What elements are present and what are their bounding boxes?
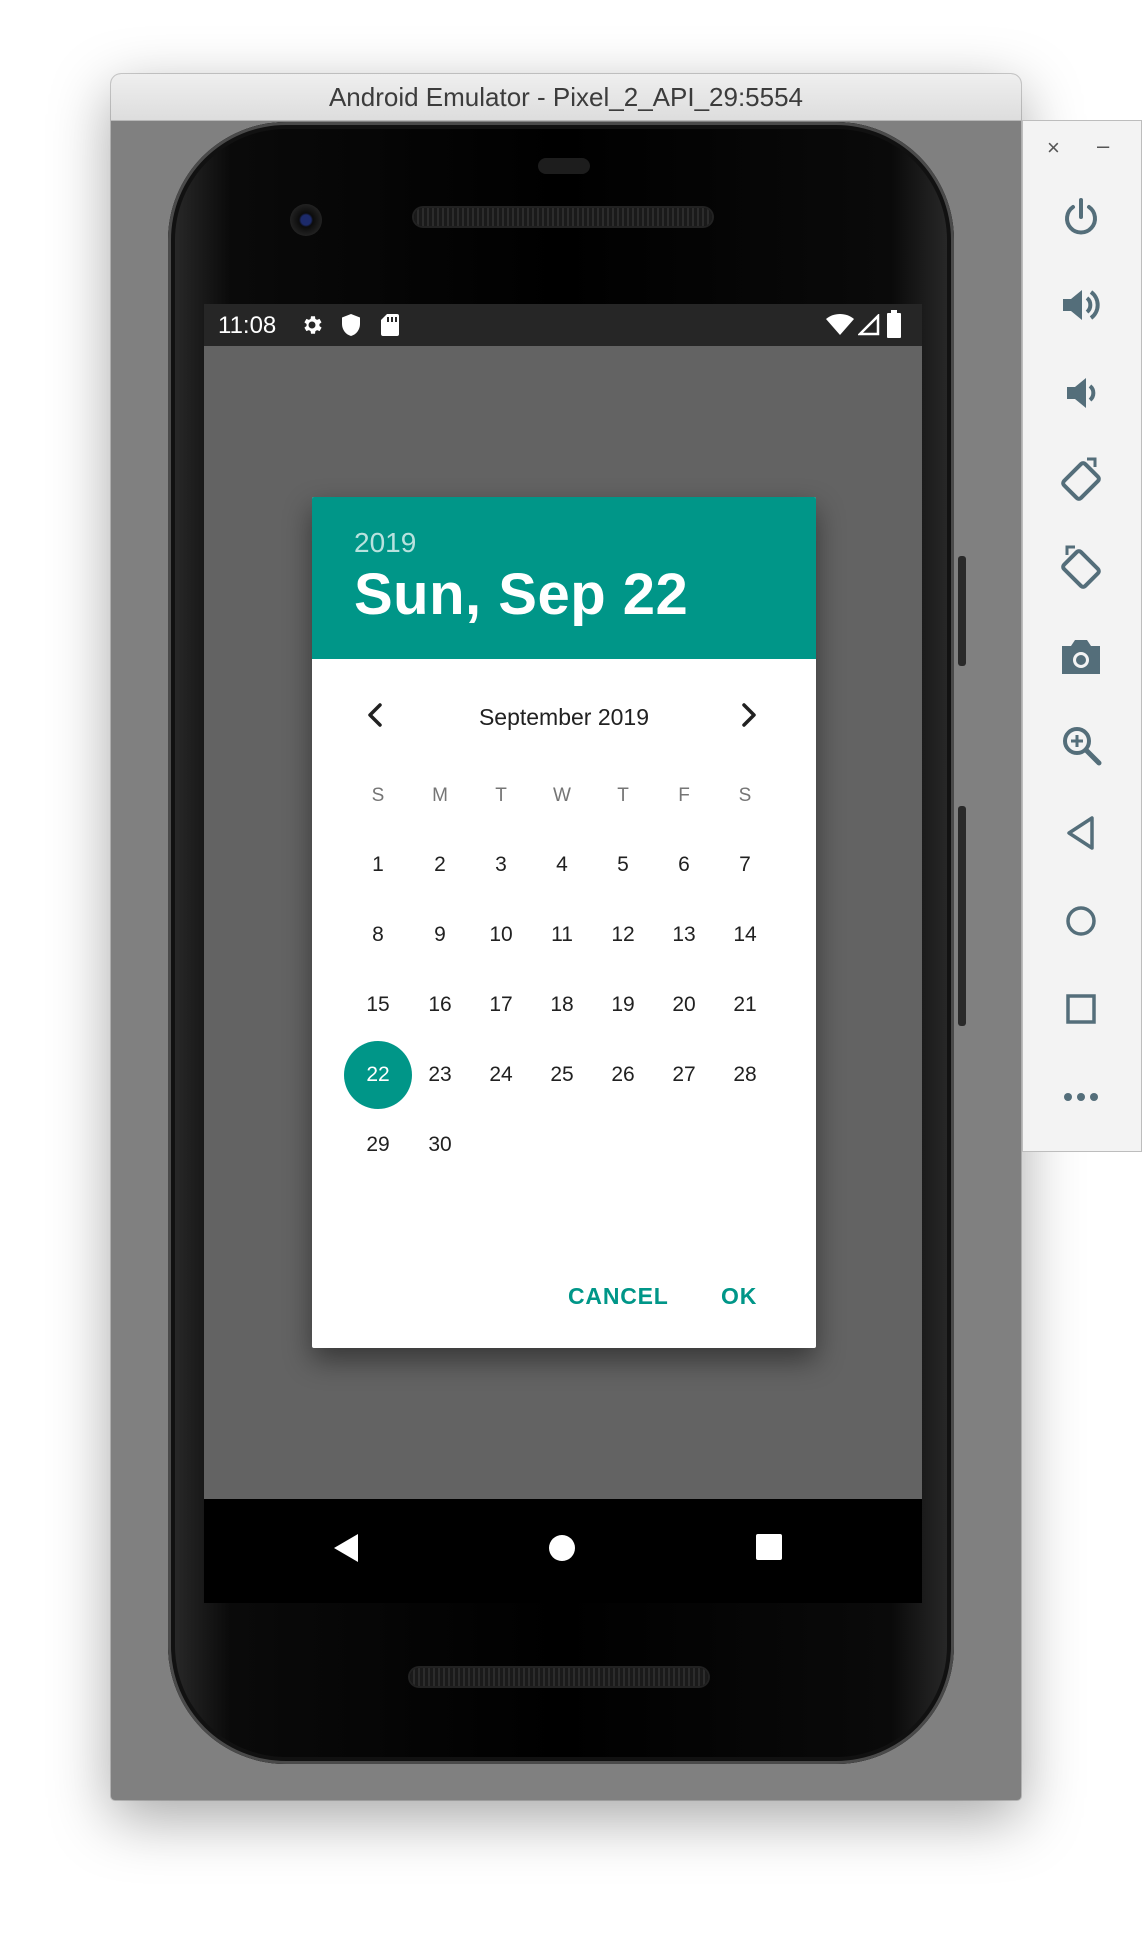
calendar-day[interactable]: 17 bbox=[467, 971, 535, 1039]
shield-icon bbox=[342, 314, 360, 336]
volume-down-icon[interactable] bbox=[1053, 365, 1109, 421]
power-side-button bbox=[958, 556, 966, 666]
calendar-day-selected[interactable]: 22 bbox=[344, 1041, 412, 1109]
calendar-day[interactable]: 21 bbox=[711, 971, 779, 1039]
next-month-button[interactable] bbox=[728, 695, 768, 735]
weekday-label: M bbox=[432, 785, 448, 806]
earpiece bbox=[538, 158, 590, 174]
home-icon[interactable] bbox=[1053, 893, 1109, 949]
ok-button[interactable]: OK bbox=[721, 1283, 757, 1310]
cancel-button[interactable]: CANCEL bbox=[568, 1283, 669, 1310]
calendar-day[interactable]: 6 bbox=[650, 831, 718, 899]
window-titlebar[interactable]: Android Emulator - Pixel_2_API_29:5554 bbox=[111, 74, 1021, 121]
more-icon[interactable] bbox=[1053, 1069, 1109, 1125]
weekday-label: T bbox=[617, 785, 629, 806]
calendar-day[interactable]: 13 bbox=[650, 901, 718, 969]
camera-icon[interactable] bbox=[1053, 629, 1109, 685]
calendar-day[interactable]: 12 bbox=[589, 901, 657, 969]
date-picker-header: 2019 Sun, Sep 22 bbox=[312, 497, 816, 659]
home-icon[interactable] bbox=[547, 1533, 577, 1563]
calendar-day[interactable]: 14 bbox=[711, 901, 779, 969]
calendar-day[interactable]: 26 bbox=[589, 1041, 657, 1109]
calendar-day[interactable]: 9 bbox=[406, 901, 474, 969]
calendar-day[interactable]: 27 bbox=[650, 1041, 718, 1109]
calendar-day[interactable]: 3 bbox=[467, 831, 535, 899]
calendar-day[interactable]: 7 bbox=[711, 831, 779, 899]
status-time: 11:08 bbox=[218, 312, 277, 339]
window-title: Android Emulator - Pixel_2_API_29:5554 bbox=[328, 81, 804, 112]
weekday-label: T bbox=[495, 785, 507, 806]
navigation-bar bbox=[204, 1499, 922, 1603]
calendar-day[interactable]: 8 bbox=[344, 901, 412, 969]
rotate-left-icon[interactable] bbox=[1053, 453, 1109, 509]
weekday-label: S bbox=[371, 785, 385, 806]
calendar-day[interactable]: 25 bbox=[528, 1041, 596, 1109]
recents-icon[interactable] bbox=[755, 1533, 783, 1561]
bottom-speaker bbox=[410, 1668, 708, 1686]
settings-icon bbox=[304, 316, 322, 334]
front-camera bbox=[290, 204, 322, 236]
calendar-day[interactable]: 20 bbox=[650, 971, 718, 1039]
signal-icon bbox=[858, 314, 880, 336]
selected-date-label[interactable]: Sun, Sep 22 bbox=[354, 561, 688, 628]
year-selector[interactable]: 2019 bbox=[354, 527, 416, 559]
volume-up-icon[interactable] bbox=[1053, 277, 1109, 333]
calendar-day[interactable]: 10 bbox=[467, 901, 535, 969]
back-icon[interactable] bbox=[1053, 805, 1109, 861]
rotate-right-icon[interactable] bbox=[1053, 541, 1109, 597]
calendar-day[interactable]: 15 bbox=[344, 971, 412, 1039]
back-icon[interactable] bbox=[332, 1532, 360, 1564]
calendar-day[interactable]: 1 bbox=[344, 831, 412, 899]
volume-side-button bbox=[958, 806, 966, 1026]
power-icon[interactable] bbox=[1053, 189, 1109, 245]
calendar-day[interactable]: 19 bbox=[589, 971, 657, 1039]
status-bar: 11:08 bbox=[204, 304, 922, 346]
emulator-side-toolbar: × – bbox=[1022, 120, 1142, 1152]
calendar-day[interactable]: 18 bbox=[528, 971, 596, 1039]
close-icon[interactable]: × bbox=[1047, 135, 1060, 161]
battery-icon bbox=[887, 310, 901, 338]
overview-icon[interactable] bbox=[1053, 981, 1109, 1037]
calendar-day[interactable]: 23 bbox=[406, 1041, 474, 1109]
date-picker-dialog: 2019 Sun, Sep 22 September 2019 CANCEL O… bbox=[312, 497, 816, 1348]
sd-card-icon bbox=[381, 314, 399, 336]
calendar-day[interactable]: 5 bbox=[589, 831, 657, 899]
weekday-label: W bbox=[553, 785, 571, 806]
wifi-icon bbox=[826, 314, 854, 335]
calendar-day[interactable]: 29 bbox=[344, 1111, 412, 1179]
calendar-day[interactable]: 2 bbox=[406, 831, 474, 899]
calendar-day[interactable]: 4 bbox=[528, 831, 596, 899]
calendar-day[interactable]: 11 bbox=[528, 901, 596, 969]
zoom-icon[interactable] bbox=[1053, 717, 1109, 773]
calendar-day[interactable]: 30 bbox=[406, 1111, 474, 1179]
calendar-day[interactable]: 28 bbox=[711, 1041, 779, 1109]
calendar-day[interactable]: 16 bbox=[406, 971, 474, 1039]
weekday-label: S bbox=[738, 785, 752, 806]
minimize-icon[interactable]: – bbox=[1097, 133, 1109, 159]
calendar-day[interactable]: 24 bbox=[467, 1041, 535, 1109]
top-speaker bbox=[414, 208, 712, 226]
weekday-label: F bbox=[678, 785, 690, 806]
